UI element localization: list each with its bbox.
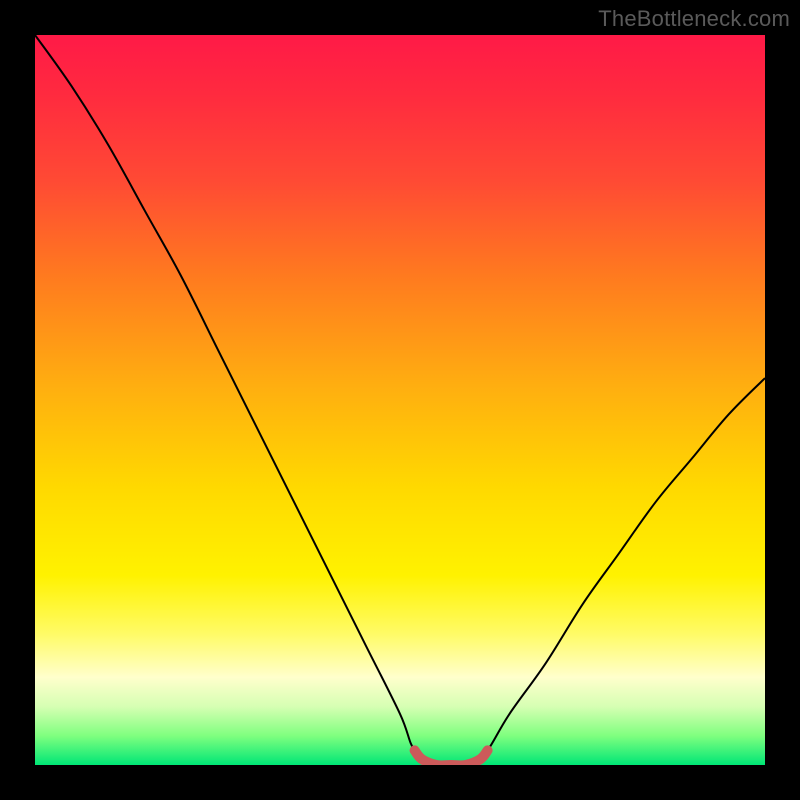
optimal-highlight-path [415, 750, 488, 765]
chart-frame: TheBottleneck.com [0, 0, 800, 800]
optimal-highlight [35, 35, 765, 765]
plot-area [35, 35, 765, 765]
watermark-text: TheBottleneck.com [598, 6, 790, 32]
